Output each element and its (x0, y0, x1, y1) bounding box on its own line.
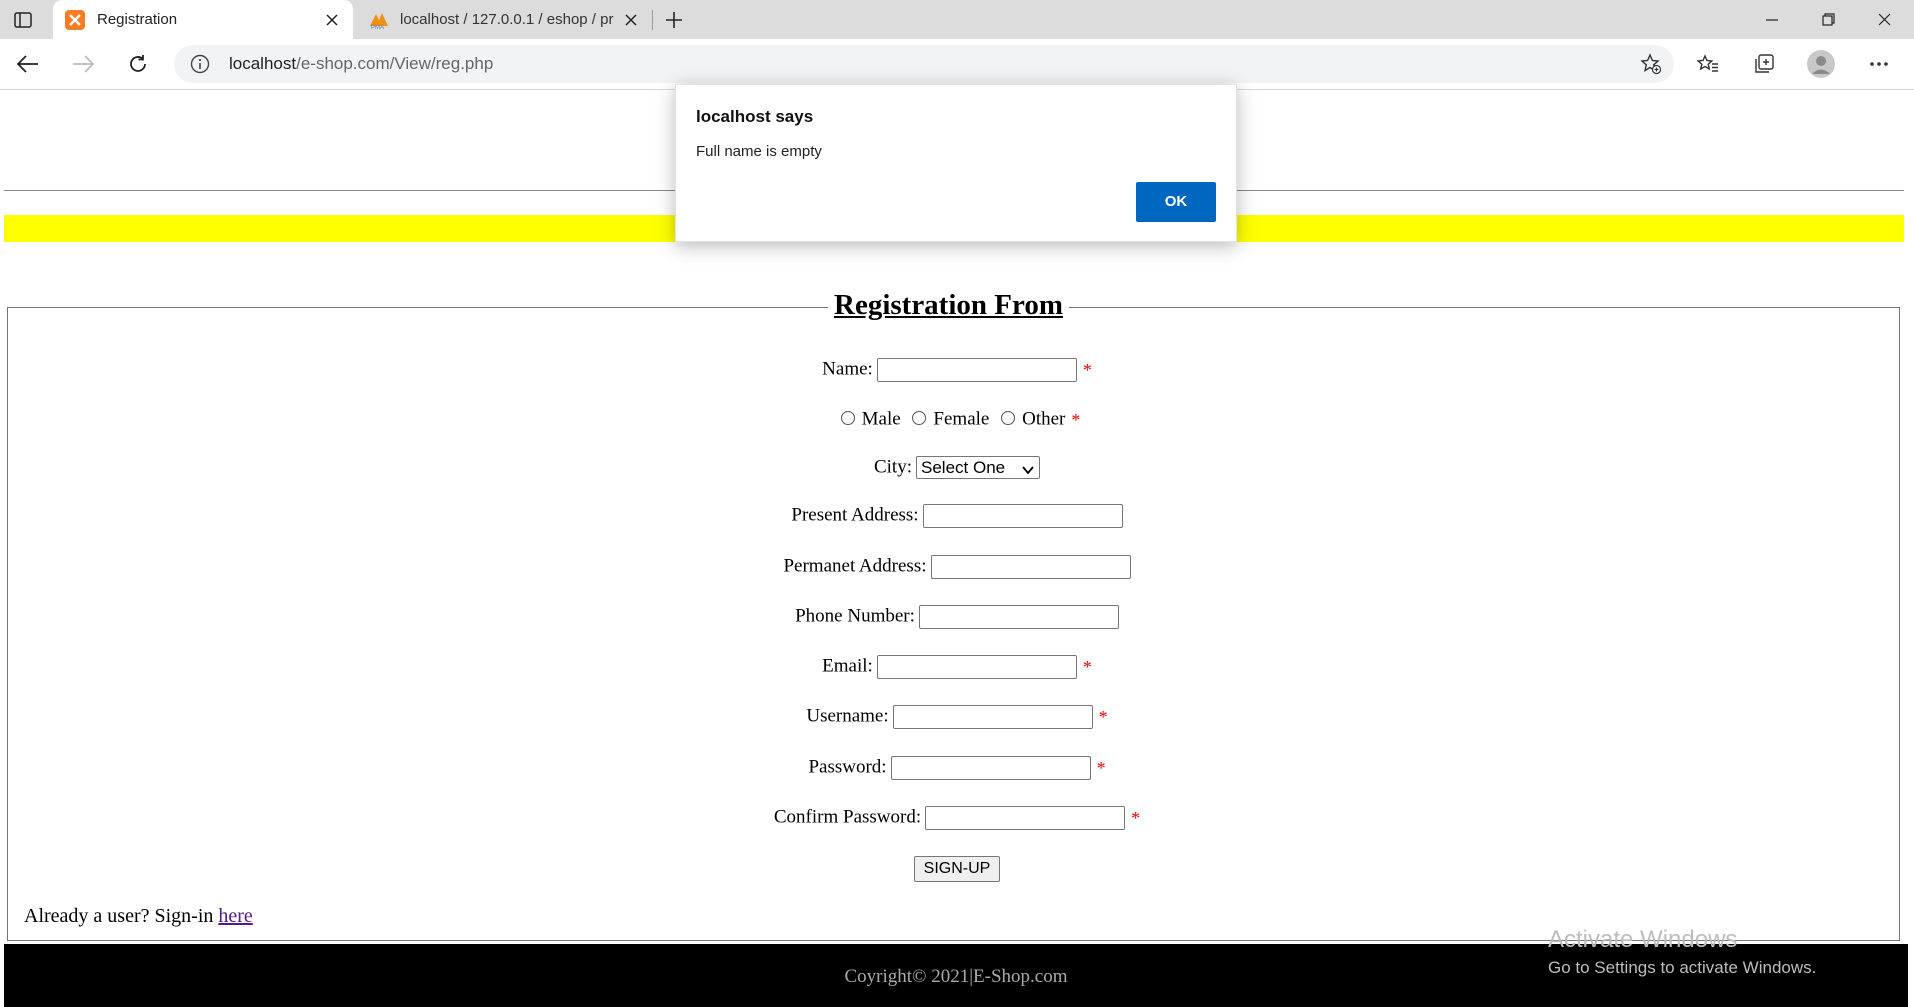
phpmyadmin-favicon-icon: PMA (368, 10, 388, 31)
password-label: Password: (808, 756, 887, 778)
signin-prompt-text: Already a user? Sign-in (24, 905, 214, 927)
address-toolbar: localhost/e-shop.com/View/reg.php (0, 39, 1914, 90)
confirm-password-input[interactable] (925, 805, 1126, 830)
gender-other-radio[interactable] (1001, 410, 1016, 425)
confirm-password-row: Confirm Password: * (0, 802, 1914, 832)
watermark-title: Activate Windows (1548, 926, 1738, 953)
forward-icon[interactable] (66, 47, 100, 81)
permanent-address-input[interactable] (930, 554, 1131, 579)
gender-female-radio[interactable] (912, 410, 927, 425)
tab-separator (652, 10, 653, 30)
chevron-down-icon (1021, 461, 1035, 475)
tab-title: localhost / 127.0.0.1 / eshop / pr (400, 11, 614, 28)
required-mark: * (1082, 359, 1092, 380)
close-window-icon[interactable] (1856, 0, 1912, 39)
tab-strip: Registration PMA localhost / 127.0.0.1 /… (0, 0, 1914, 39)
email-row: Email: * (0, 651, 1914, 681)
signup-button[interactable]: SIGN-UP (913, 855, 1001, 882)
favorites-icon[interactable] (1691, 47, 1725, 81)
confirm-password-label: Confirm Password: (773, 806, 922, 828)
watermark-subtitle: Go to Settings to activate Windows. (1548, 958, 1817, 977)
username-row: Username: * (0, 701, 1914, 731)
present-address-input[interactable] (922, 503, 1123, 528)
email-label: Email: (822, 655, 873, 677)
add-favorite-icon[interactable] (1640, 53, 1662, 75)
svg-text:PMA: PMA (371, 25, 384, 30)
phone-label: Phone Number: (795, 605, 915, 627)
minimize-icon[interactable] (1744, 0, 1800, 39)
tab-title: Registration (97, 11, 178, 28)
present-address-label: Present Address: (791, 504, 919, 526)
city-label: City: (873, 456, 912, 478)
url-text[interactable]: localhost/e-shop.com/View/reg.php (229, 54, 493, 74)
city-selected-value: Select One (921, 458, 1006, 478)
phone-input[interactable] (918, 604, 1119, 629)
collections-icon[interactable] (1747, 47, 1781, 81)
gender-row: Male Female Other * (0, 404, 1914, 434)
gender-male-label: Male (861, 408, 901, 430)
email-input[interactable] (876, 654, 1077, 679)
city-row: City: Select One (0, 452, 1914, 482)
alert-dialog: localhost says Full name is empty OK (675, 84, 1237, 242)
required-mark: * (1096, 757, 1106, 778)
name-row: Name: * (0, 354, 1914, 384)
profile-avatar-icon[interactable] (1804, 47, 1838, 81)
more-menu-icon[interactable] (1862, 47, 1896, 81)
ok-button[interactable]: OK (1136, 182, 1216, 222)
form-legend: Registration From (828, 289, 1069, 322)
gender-other-label: Other (1022, 408, 1066, 430)
permanent-address-label: Permanet Address: (783, 555, 927, 577)
tab-actions-icon[interactable] (8, 6, 38, 34)
city-select[interactable]: Select One (916, 456, 1040, 480)
url-path: /e-shop.com/View/reg.php (296, 54, 494, 73)
name-input[interactable] (876, 357, 1077, 382)
password-input[interactable] (890, 755, 1091, 780)
site-info-icon[interactable] (190, 54, 210, 74)
close-tab-icon[interactable] (323, 11, 341, 29)
address-bar[interactable]: localhost/e-shop.com/View/reg.php (174, 45, 1674, 83)
url-host: localhost (229, 54, 297, 73)
signin-prompt: Already a user? Sign-in here (24, 905, 253, 928)
refresh-icon[interactable] (121, 47, 155, 81)
required-mark: * (1098, 706, 1108, 727)
gender-female-label: Female (933, 408, 990, 430)
required-mark: * (1071, 409, 1081, 430)
permanent-address-row: Permanet Address: (0, 551, 1914, 581)
restore-icon[interactable] (1800, 0, 1856, 39)
signin-link[interactable]: here (218, 905, 252, 927)
dialog-message: Full name is empty (696, 143, 822, 160)
name-label: Name: (822, 358, 873, 380)
gender-male-radio[interactable] (840, 410, 855, 425)
windows-activation-watermark: Activate Windows Go to Settings to activ… (1548, 926, 1816, 978)
phone-row: Phone Number: (0, 601, 1914, 631)
xampp-favicon-icon (65, 9, 85, 30)
tab-phpmyadmin[interactable]: PMA localhost / 127.0.0.1 / eshop / pr (356, 0, 652, 39)
present-address-row: Present Address: (0, 500, 1914, 530)
back-icon[interactable] (11, 47, 45, 81)
close-tab-icon[interactable] (622, 11, 640, 29)
username-input[interactable] (892, 704, 1093, 729)
required-mark: * (1131, 807, 1141, 828)
new-tab-icon[interactable] (660, 6, 688, 34)
submit-row: SIGN-UP (0, 853, 1914, 883)
password-row: Password: * (0, 752, 1914, 782)
tab-registration[interactable]: Registration (53, 0, 353, 39)
dialog-title: localhost says (696, 107, 814, 126)
username-label: Username: (806, 705, 889, 727)
required-mark: * (1082, 656, 1092, 677)
